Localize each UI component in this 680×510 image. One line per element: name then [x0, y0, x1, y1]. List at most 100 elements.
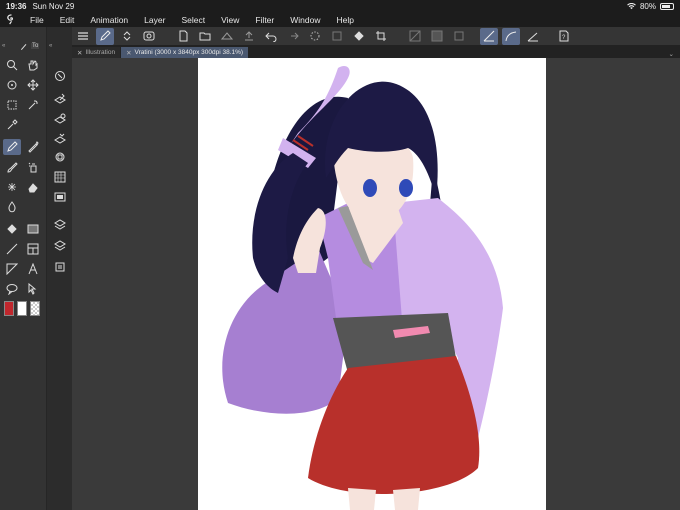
status-right: 80% [627, 2, 674, 11]
canvas-paper[interactable] [198, 58, 546, 510]
menu-select[interactable]: Select [173, 15, 213, 25]
chevron-down-icon[interactable]: ⌄ [669, 50, 674, 58]
menu-edit[interactable]: Edit [52, 15, 83, 25]
app-window: 19:36 Sun Nov 29 80% File Edit Animation… [0, 0, 680, 510]
menu-animation[interactable]: Animation [82, 15, 136, 25]
undo-icon[interactable] [262, 28, 280, 45]
sub-tool-palette: « [46, 27, 72, 510]
line-tool-icon[interactable] [3, 241, 21, 257]
layers-stack-icon[interactable] [51, 217, 69, 233]
leg-left-shape [348, 488, 376, 510]
menu-file[interactable]: File [22, 15, 52, 25]
canvas-area[interactable] [72, 58, 680, 510]
menu-view[interactable]: View [213, 15, 247, 25]
material-icon[interactable] [51, 189, 69, 205]
eye-left-shape [363, 179, 377, 197]
hand-icon[interactable] [24, 57, 42, 73]
app-logo-icon[interactable] [0, 12, 22, 27]
battery-level [662, 4, 670, 8]
perspective-snap-icon[interactable] [524, 28, 542, 45]
tab-illustration[interactable]: ✕ Illustration [72, 47, 121, 58]
eye-right-shape [399, 179, 413, 197]
hamburger-menu-icon[interactable] [74, 28, 92, 45]
pen-tool-icon[interactable] [3, 139, 21, 155]
blend-tool-icon[interactable] [3, 199, 21, 215]
airbrush-tool-icon[interactable] [24, 159, 42, 175]
navigator-icon[interactable] [51, 149, 69, 165]
decoration-tool-icon[interactable] [3, 179, 21, 195]
curve-snap-icon[interactable] [502, 27, 520, 45]
transform-icon[interactable] [328, 28, 346, 45]
loading-spinner-icon[interactable] [306, 28, 324, 45]
eraser-tool-icon[interactable] [24, 179, 42, 195]
menu-help[interactable]: Help [328, 15, 361, 25]
fill-tool-icon[interactable] [3, 221, 21, 237]
export-icon[interactable] [240, 28, 258, 45]
selection-border-icon[interactable] [450, 28, 468, 45]
left-sleeve-shape [222, 248, 348, 414]
sub-color-swatch[interactable] [17, 301, 27, 316]
document-tabs: ✕ Illustration ✕ Vratini (3000 x 3840px … [72, 46, 680, 58]
frame-tool-icon[interactable] [24, 241, 42, 257]
text-tool-icon[interactable] [24, 261, 42, 277]
close-icon[interactable]: ✕ [126, 49, 131, 57]
crop-icon[interactable] [372, 28, 390, 45]
menu-layer[interactable]: Layer [136, 15, 173, 25]
menu-bar: File Edit Animation Layer Select View Fi… [0, 12, 680, 27]
tool-panel-header: To [31, 43, 40, 49]
quick-access-pen-icon[interactable] [96, 27, 114, 45]
move-icon[interactable] [24, 77, 42, 93]
tab-label: Vratini (3000 x 3840px 300dpi 38.1%) [134, 49, 244, 56]
tab-label: Illustration [85, 49, 116, 56]
fill-icon[interactable] [350, 28, 368, 45]
balloon-tool-icon[interactable] [3, 281, 21, 297]
status-date: Sun Nov 29 [32, 1, 75, 11]
menu-filter[interactable]: Filter [247, 15, 282, 25]
invert-selection-icon[interactable] [428, 28, 446, 45]
object-tool-icon[interactable] [24, 281, 42, 297]
command-bar: ? [0, 26, 680, 46]
zoom-icon[interactable] [3, 57, 21, 73]
leg-right-shape [393, 488, 420, 510]
layer-panel-icon[interactable] [51, 237, 69, 253]
ruler-snap-icon[interactable] [480, 27, 498, 45]
pen-small-icon [17, 42, 31, 51]
svg-text:?: ? [562, 35, 566, 41]
updown-arrows-icon[interactable] [118, 28, 136, 45]
color-set-icon[interactable] [51, 169, 69, 185]
close-circle-icon[interactable] [51, 68, 69, 84]
battery-percent: 80% [639, 1, 656, 11]
layer-property-icon[interactable] [51, 91, 69, 107]
deselect-icon[interactable] [406, 28, 424, 45]
wifi-icon [627, 2, 636, 9]
pencil-tool-icon[interactable] [24, 139, 42, 155]
tab-vratini[interactable]: ✕ Vratini (3000 x 3840px 300dpi 38.1%) [121, 47, 249, 58]
gradient-tool-icon[interactable] [24, 221, 42, 237]
layer-palette-icon[interactable] [51, 111, 69, 127]
menu-window[interactable]: Window [282, 15, 328, 25]
history-icon[interactable] [51, 259, 69, 275]
dock-collapse-icon[interactable]: « [2, 43, 5, 49]
redo-icon[interactable] [284, 28, 302, 45]
companion-mode-icon[interactable] [140, 28, 158, 45]
help-icon[interactable]: ? [554, 28, 572, 45]
artwork-illustration [222, 66, 503, 510]
ruler-tool-icon[interactable] [3, 261, 21, 277]
main-color-swatch[interactable] [4, 301, 14, 316]
open-folder-icon[interactable] [196, 28, 214, 45]
dock-collapse-icon[interactable]: « [49, 43, 52, 49]
marquee-icon[interactable] [3, 97, 21, 113]
rotate-icon[interactable] [3, 77, 21, 93]
layer-search-icon[interactable] [51, 131, 69, 147]
tool-palette: « To [0, 27, 46, 510]
transparent-color-swatch[interactable] [30, 301, 40, 316]
battery-icon [660, 2, 674, 10]
brush-tool-icon[interactable] [3, 159, 21, 175]
status-time: 19:36 [6, 1, 27, 11]
status-bar: 19:36 Sun Nov 29 80% [0, 0, 680, 12]
magic-wand-icon[interactable] [24, 97, 42, 113]
eyedropper-icon[interactable] [3, 117, 21, 133]
save-icon[interactable] [218, 28, 236, 45]
new-canvas-icon[interactable] [174, 28, 192, 45]
close-icon[interactable]: ✕ [77, 49, 82, 57]
